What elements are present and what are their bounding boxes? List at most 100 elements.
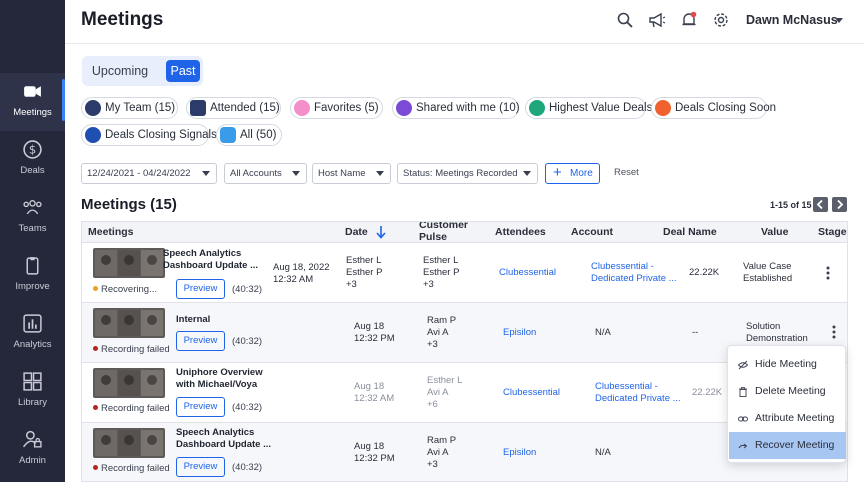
search-icon[interactable] [616,11,634,29]
chevron-down-icon [292,171,300,176]
duration-text: (40:32) [232,284,263,295]
bell-notification-icon[interactable] [680,11,698,29]
value-cell: 22.22K [689,267,720,278]
column-header-meetings: Meetings [88,226,134,238]
column-header-customer-pulse: Customer Pulse [419,221,469,243]
hide-meeting-menu-item[interactable]: Hide Meeting [729,351,846,378]
attendees-cell: Esther L Esther P +3 [423,255,460,290]
page-title: Meetings [81,9,164,30]
meeting-title[interactable]: Speech Analytics Dashboard Update ... [176,427,276,451]
table-row[interactable]: Speech Analytics Dashboard Update ... Rec… [82,243,847,303]
account-link[interactable]: Clubessential [499,267,556,279]
video-thumbnail[interactable] [93,368,165,398]
chip-deals-closing-soon[interactable]: Deals Closing Soon [651,97,776,119]
chevron-down-icon [376,171,384,176]
next-page-button[interactable] [832,197,847,212]
gear-icon[interactable] [712,11,730,29]
preview-button[interactable]: Preview [176,331,225,351]
prev-page-button[interactable] [813,197,828,212]
megaphone-icon[interactable] [648,11,666,29]
sidebar-item-analytics[interactable]: Analytics [0,305,65,363]
meeting-title[interactable]: Uniphore Overview with Michael/Voya [176,367,276,391]
status-text: Recording failed [93,403,170,414]
chevron-right-icon [837,199,844,210]
status-dot-icon [93,465,98,470]
chip-favorites[interactable]: Favorites (5) [290,97,383,119]
attribute-meeting-menu-item[interactable]: Attribute Meeting [729,405,846,432]
more-options-icon[interactable] [832,325,836,339]
chip-highest-value-deals[interactable]: Highest Value Deals [525,97,652,119]
dollar-trend-icon [529,100,545,116]
calendar-icon [220,127,236,143]
deal-name-link[interactable]: Clubessential - Dedicated Private ... [591,261,677,285]
status-text: Recording failed [93,463,170,474]
chip-shared-with-me[interactable]: Shared with me (10) [392,97,520,119]
sidebar-item-teams[interactable]: Teams [0,189,65,247]
more-filters-button[interactable]: + More [545,163,600,184]
column-header-date[interactable]: Date [345,226,368,238]
accounts-select[interactable]: All Accounts [224,163,307,184]
date-range-select[interactable]: 12/24/2021 - 04/24/2022 [81,163,217,184]
tab-upcoming[interactable]: Upcoming [86,60,154,82]
video-thumbnail[interactable] [93,428,165,458]
meeting-title[interactable]: Internal [176,314,276,326]
share-icon [396,100,412,116]
sidebar-item-admin[interactable]: Admin [0,421,65,479]
chip-attended[interactable]: Attended (15) [186,97,281,119]
duration-text: (40:32) [232,462,263,473]
date-range-value: 12/24/2021 - 04/24/2022 [87,168,191,179]
reset-button[interactable]: Reset [614,167,639,178]
status-text: Recording failed [93,344,170,355]
chip-label: Highest Value Deals [549,102,653,114]
sidebar-item-deals[interactable]: $ Deals [0,131,65,189]
account-link[interactable]: Clubessential [503,387,560,399]
chip-label: Favorites (5) [314,102,379,114]
date-cell: Aug 18 12:32 AM [354,381,395,404]
delete-meeting-menu-item[interactable]: Delete Meeting [729,378,846,405]
user-name[interactable]: Dawn McNasus [746,13,838,27]
preview-button[interactable]: Preview [176,279,225,299]
chip-my-team[interactable]: My Team (15) [81,97,178,119]
tab-past[interactable]: Past [166,60,200,82]
attended-icon [190,100,206,116]
sidebar-item-library[interactable]: Library [0,363,65,421]
deal-name-cell: N/A [595,327,611,338]
host-name-select[interactable]: Host Name [312,163,391,184]
preview-button[interactable]: Preview [176,457,225,477]
recover-meeting-menu-item[interactable]: Recover Meeting [729,432,846,459]
host-name-value: Host Name [318,168,366,179]
video-thumbnail[interactable] [93,248,165,278]
account-link[interactable]: Episilon [503,327,536,339]
row-context-menu: Hide Meeting Delete Meeting Attribute Me… [727,345,846,463]
more-options-icon[interactable] [826,266,830,280]
menu-item-label: Attribute Meeting [755,412,835,424]
chevron-down-icon[interactable] [835,16,843,24]
customer-pulse-cell: Esther L Esther P +3 [346,255,383,290]
duration-text: (40:32) [232,402,263,413]
status-text: Recovering... [93,284,157,295]
chip-all[interactable]: All (50) [216,124,282,146]
trash-icon [739,387,747,397]
deal-name-link[interactable]: Clubessential - Dedicated Private ... [595,381,681,405]
team-icon [85,100,101,116]
sidebar-item-improve[interactable]: Improve [0,247,65,305]
sidebar-item-label: Library [17,397,48,408]
account-link[interactable]: Episilon [503,447,536,459]
top-header: Meetings Dawn McNasus [65,0,864,44]
column-header-deal-name: Deal Name [663,226,717,238]
dollar-icon: $ [23,140,42,159]
date-cell: Aug 18 12:32 PM [354,321,395,344]
status-select[interactable]: Status: Meetings Recorded [397,163,538,184]
stage-cell: Solution Demonstration [746,321,808,344]
pagination-text: 1-15 of 15 [770,200,812,210]
svg-text:$: $ [29,143,36,157]
video-thumbnail[interactable] [93,308,165,338]
sidebar-item-meetings[interactable]: Meetings [0,73,65,131]
sidebar-item-label: Deals [20,165,45,176]
status-dot-icon [93,346,98,351]
sort-down-arrow-icon[interactable] [376,225,386,239]
chevron-down-icon [523,171,531,176]
preview-button[interactable]: Preview [176,397,225,417]
meeting-title[interactable]: Speech Analytics Dashboard Update ... [163,248,263,272]
chip-deals-closing-signals[interactable]: Deals Closing Signals [81,124,217,146]
